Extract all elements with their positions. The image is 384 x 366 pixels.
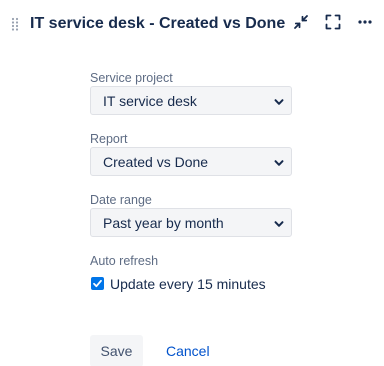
drag-handle-icon[interactable]	[11, 17, 19, 31]
date-range-select[interactable]: Past year by month	[90, 208, 292, 237]
gadget-title: IT service desk - Created vs Done	[30, 15, 286, 32]
cancel-button[interactable]: Cancel	[166, 343, 210, 359]
chevron-down-icon	[273, 217, 285, 229]
auto-refresh-label: Auto refresh	[90, 254, 159, 268]
report-label: Report	[90, 132, 128, 146]
service-project-select[interactable]: IT service desk	[90, 86, 292, 115]
more-icon	[357, 14, 373, 35]
minimize-icon	[293, 14, 309, 35]
fullscreen-button[interactable]	[322, 13, 344, 35]
auto-refresh-row: Update every 15 minutes	[90, 276, 290, 292]
dashboard-gadget: IT service desk - Created vs Done Servic…	[0, 0, 384, 366]
auto-refresh-checkbox[interactable]	[91, 277, 104, 290]
report-select[interactable]: Created vs Done	[90, 147, 292, 176]
minimize-button[interactable]	[290, 13, 312, 35]
fullscreen-icon	[325, 14, 341, 35]
date-range-label: Date range	[90, 193, 152, 207]
chevron-down-icon	[273, 156, 285, 168]
more-actions-button[interactable]	[354, 13, 376, 35]
auto-refresh-checkbox-label[interactable]: Update every 15 minutes	[110, 276, 266, 292]
report-value: Created vs Done	[103, 154, 209, 170]
chevron-down-icon	[273, 95, 285, 107]
date-range-value: Past year by month	[103, 215, 224, 231]
service-project-value: IT service desk	[103, 93, 197, 109]
service-project-label: Service project	[90, 71, 173, 85]
save-button[interactable]: Save	[90, 335, 143, 366]
gadget-header: IT service desk - Created vs Done	[0, 0, 384, 48]
